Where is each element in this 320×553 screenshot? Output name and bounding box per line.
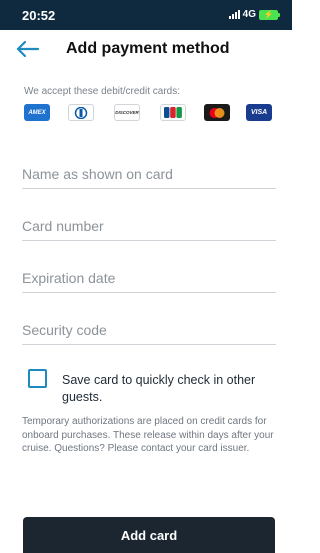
security-code-input[interactable] [22, 317, 276, 343]
amex-card-icon: AMEX [24, 104, 50, 121]
expiration-field-container [22, 265, 276, 293]
discover-card-icon: DISCOVER [114, 104, 140, 121]
status-indicators: 4G ⚡ [228, 9, 280, 20]
accepted-cards-list: AMEX DISCOVER VISA [24, 104, 272, 122]
card-number-input[interactable] [22, 213, 276, 239]
status-bar: 20:52 4G ⚡ [0, 0, 292, 30]
card-number-field-container [22, 213, 276, 241]
name-field-container [22, 161, 276, 189]
expiration-date-input[interactable] [22, 265, 276, 291]
diners-card-icon [68, 104, 94, 121]
visa-card-icon: VISA [246, 104, 272, 121]
accepted-cards-label: We accept these debit/credit cards: [24, 86, 181, 97]
jcb-card-icon [160, 104, 186, 121]
save-card-label[interactable]: Save card to quickly check in other gues… [62, 372, 276, 406]
security-field-container [22, 317, 276, 345]
network-label: 4G [242, 9, 256, 20]
battery-icon: ⚡ [259, 9, 280, 20]
status-time: 20:52 [22, 8, 56, 23]
mastercard-card-icon [204, 104, 230, 121]
save-card-checkbox[interactable] [28, 369, 47, 388]
page-title: Add payment method [66, 40, 230, 57]
authorization-note: Temporary authorizations are placed on c… [22, 416, 274, 454]
name-on-card-input[interactable] [22, 161, 276, 187]
back-arrow-icon[interactable] [14, 36, 42, 62]
add-card-button[interactable]: Add card [23, 517, 275, 553]
signal-icon [228, 10, 240, 19]
